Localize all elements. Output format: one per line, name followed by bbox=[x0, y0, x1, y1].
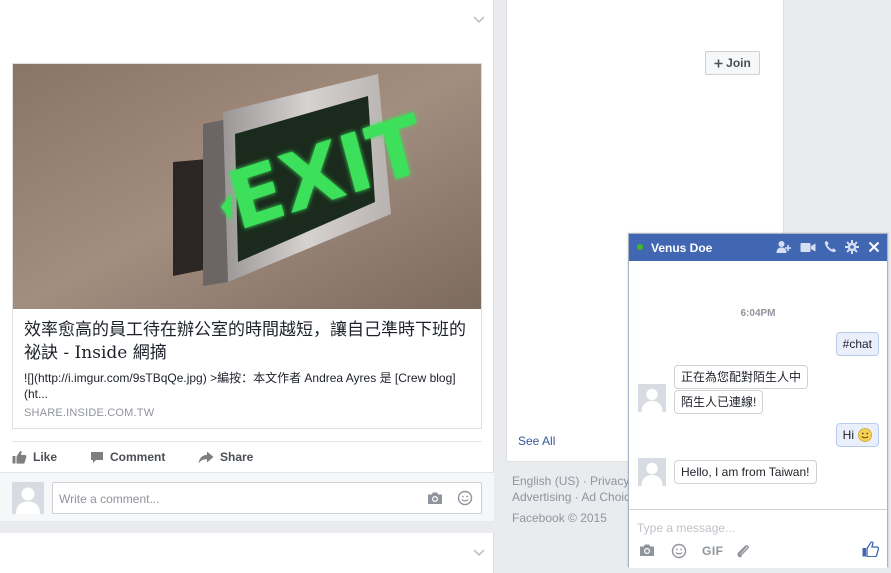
add-friend-icon[interactable] bbox=[776, 240, 791, 254]
comment-icon bbox=[91, 451, 103, 463]
chat-timestamp: 6:04PM bbox=[740, 308, 776, 319]
like-label: Like bbox=[33, 450, 58, 464]
exit-sign-image: EXIT bbox=[13, 64, 481, 309]
camera-icon[interactable] bbox=[639, 543, 655, 557]
footer-line-2[interactable]: Advertising · Ad Choic bbox=[512, 489, 632, 505]
video-call-icon[interactable] bbox=[800, 242, 816, 253]
chat-contact-name[interactable]: Venus Doe bbox=[651, 241, 712, 255]
avatar bbox=[638, 384, 666, 412]
join-button[interactable]: Join bbox=[705, 51, 760, 75]
comment-placeholder: Write a comment... bbox=[59, 492, 160, 506]
chat-composer: Type a message... GIF bbox=[629, 509, 887, 568]
default-avatar-icon bbox=[638, 384, 666, 412]
chat-messages: 6:04PM #chat 正在為您配對陌生人中 陌生人已連線! Hi Hello… bbox=[629, 261, 887, 509]
thumbs-up-icon[interactable] bbox=[862, 541, 879, 557]
share-label: Share bbox=[220, 450, 254, 464]
online-status-dot bbox=[637, 244, 643, 250]
avatar bbox=[638, 458, 666, 486]
gear-icon[interactable] bbox=[845, 240, 859, 254]
message-bubble-sent: Hi bbox=[835, 423, 879, 447]
chevron-down-icon[interactable] bbox=[470, 10, 488, 28]
link-preview-image[interactable]: EXIT bbox=[13, 64, 481, 309]
message-input[interactable]: Type a message... bbox=[637, 521, 735, 535]
comment-input[interactable]: Write a comment... bbox=[52, 482, 482, 514]
default-avatar-icon bbox=[638, 458, 666, 486]
join-label: Join bbox=[726, 56, 751, 70]
default-avatar-icon bbox=[12, 482, 44, 514]
close-icon[interactable] bbox=[868, 241, 880, 253]
footer-links: English (US) · Privacy Advertising · Ad … bbox=[512, 473, 632, 505]
comment-button[interactable]: Comment bbox=[90, 450, 165, 464]
avatar bbox=[12, 482, 44, 514]
like-button[interactable]: Like bbox=[12, 450, 57, 464]
see-all-link[interactable]: See All bbox=[518, 434, 555, 448]
comment-composer: Write a comment... bbox=[0, 472, 494, 521]
link-preview-card[interactable]: EXIT 效率愈高的員工待在辦公室的時間越短，讓自己準時下班的祕訣 - Insi… bbox=[12, 63, 482, 429]
message-bubble-received: Hello, I am from Taiwan! bbox=[674, 460, 817, 484]
post-actions: Like Comment Share bbox=[12, 441, 482, 473]
link-domain: SHARE.INSIDE.COM.TW bbox=[24, 407, 155, 419]
camera-icon[interactable] bbox=[427, 491, 443, 505]
message-bubble-received: 正在為您配對陌生人中 bbox=[674, 365, 809, 389]
message-bubble-sent: #chat bbox=[835, 332, 879, 356]
next-feed-post bbox=[0, 533, 494, 573]
paperclip-icon[interactable] bbox=[735, 543, 751, 559]
comment-label: Comment bbox=[110, 450, 166, 464]
chat-header[interactable]: Venus Doe bbox=[629, 234, 887, 261]
emoji-icon[interactable] bbox=[671, 543, 687, 559]
link-title[interactable]: 效率愈高的員工待在辦公室的時間越短，讓自己準時下班的祕訣 - Inside 網摘 bbox=[24, 319, 474, 365]
link-description: ![](http://i.imgur.com/9sTBqQe.jpg) >編按：… bbox=[24, 371, 456, 401]
message-text: Hi bbox=[842, 428, 854, 442]
thumbs-up-icon bbox=[12, 450, 27, 464]
plus-icon bbox=[714, 59, 723, 67]
emoji-icon[interactable] bbox=[457, 490, 473, 506]
message-bubble-received: 陌生人已連線! bbox=[674, 390, 764, 414]
feed-post: EXIT 效率愈高的員工待在辦公室的時間越短，讓自己準時下班的祕訣 - Insi… bbox=[0, 0, 494, 521]
footer-line-1[interactable]: English (US) · Privacy bbox=[512, 473, 632, 489]
gif-button[interactable]: GIF bbox=[702, 544, 724, 558]
phone-icon[interactable] bbox=[824, 240, 837, 253]
chevron-down-icon[interactable] bbox=[470, 543, 488, 561]
share-arrow-icon bbox=[198, 451, 214, 463]
share-button[interactable]: Share bbox=[198, 450, 253, 464]
chat-window: Venus Doe 6:04PM #chat 正在為您配對陌生人中 陌生人已連線… bbox=[628, 233, 888, 568]
footer-copyright: Facebook © 2015 bbox=[512, 511, 607, 525]
smiley-emoji-icon bbox=[858, 428, 872, 442]
